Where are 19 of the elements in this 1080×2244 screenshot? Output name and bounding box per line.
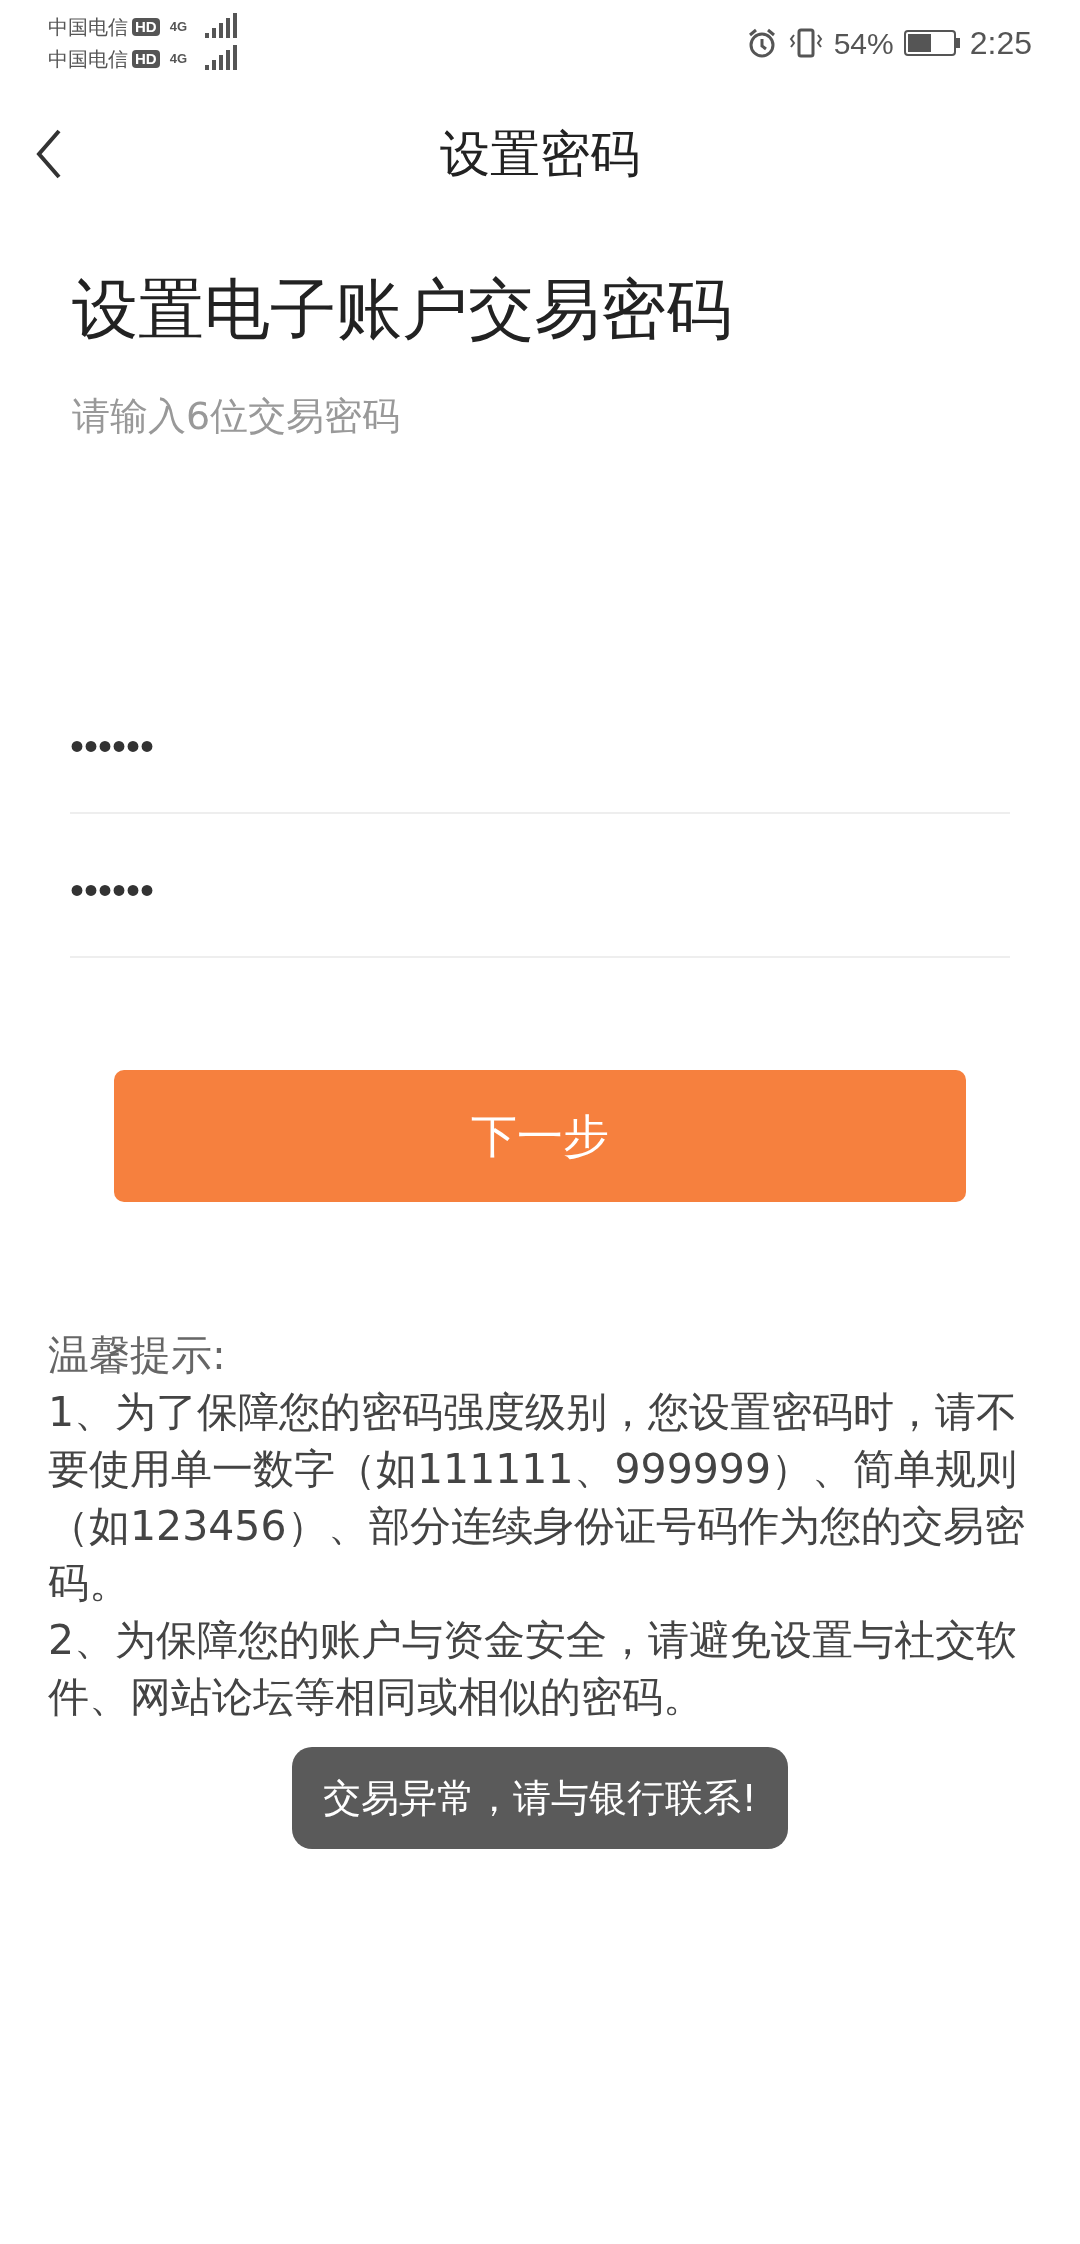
battery-percent: 54% bbox=[833, 25, 894, 62]
password-field[interactable]: •••••• bbox=[70, 814, 1010, 958]
carrier-name: 中国电信 bbox=[48, 14, 128, 41]
hd-badge: HD bbox=[132, 50, 160, 68]
network-type: 4G bbox=[169, 50, 187, 69]
subtitle: 请输入6位交易密码 bbox=[72, 393, 402, 440]
carrier-name: 中国电信 bbox=[48, 46, 128, 73]
password-field[interactable]: •••••• bbox=[70, 670, 1010, 814]
tips-title: 温馨提示: bbox=[48, 1330, 227, 1381]
page-title: 设置密码 bbox=[440, 123, 640, 185]
vibrate-icon bbox=[787, 27, 824, 59]
hd-badge: HD bbox=[132, 18, 160, 36]
heading: 设置电子账户交易密码 bbox=[72, 270, 733, 350]
toast: 交易异常，请与银行联系! bbox=[292, 1747, 788, 1849]
clock: 2:25 bbox=[969, 24, 1032, 63]
network-type: 4G bbox=[169, 18, 187, 37]
tip-paragraph: 2、为保障您的账户与资金安全，请避免设置与社交软件、网站论坛等相同或相似的密码。 bbox=[48, 1615, 1019, 1723]
tip-paragraph: 1、为了保障您的密码强度级别，您设置密码时，请不要使用单一数字（如111111、999999）、简单规则（如123456）、部分连续身份证号码作为您的交易密码。 bbox=[48, 1387, 1026, 1609]
battery-icon bbox=[903, 30, 960, 56]
